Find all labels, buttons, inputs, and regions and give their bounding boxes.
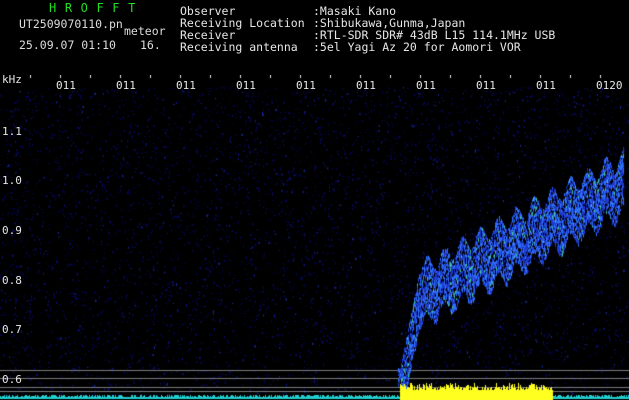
x-tick-label: 011 <box>536 79 556 92</box>
y-tick-label: 0.8 <box>2 274 22 287</box>
file-name: UT2509070110.pn <box>19 17 123 31</box>
antenna-value: :5el Yagi Az 20 for Aomori VOR <box>313 40 521 54</box>
y-tick-label: 1.0 <box>2 174 22 187</box>
x-tick-label: 011 <box>176 79 196 92</box>
x-tick-label: 0120 <box>596 79 623 92</box>
timestamp: 25.09.07 01:10 <box>19 38 116 52</box>
y-tick-label: 0.7 <box>2 323 22 336</box>
x-tick-label: 011 <box>416 79 436 92</box>
mode-label: meteor <box>124 24 166 38</box>
antenna-label: Receiving antenna <box>180 40 298 54</box>
y-tick-label: 0.9 <box>2 224 22 237</box>
y-tick-label: 0.6 <box>2 373 22 386</box>
spectrogram-plot <box>0 75 629 400</box>
x-tick-label: 011 <box>296 79 316 92</box>
x-tick-label: 011 <box>116 79 136 92</box>
x-tick-label: 011 <box>56 79 76 92</box>
y-axis-unit: kHz <box>2 73 22 86</box>
x-tick-label: 011 <box>236 79 256 92</box>
header-panel: HROFFT UT2509070110.pn meteor 25.09.07 0… <box>0 0 629 75</box>
y-tick-label: 1.1 <box>2 125 22 138</box>
x-tick-label: 011 <box>476 79 496 92</box>
app-brand: HROFFT <box>49 1 144 15</box>
x-tick-label: 011 <box>356 79 376 92</box>
time-slot: 16. <box>140 38 161 52</box>
